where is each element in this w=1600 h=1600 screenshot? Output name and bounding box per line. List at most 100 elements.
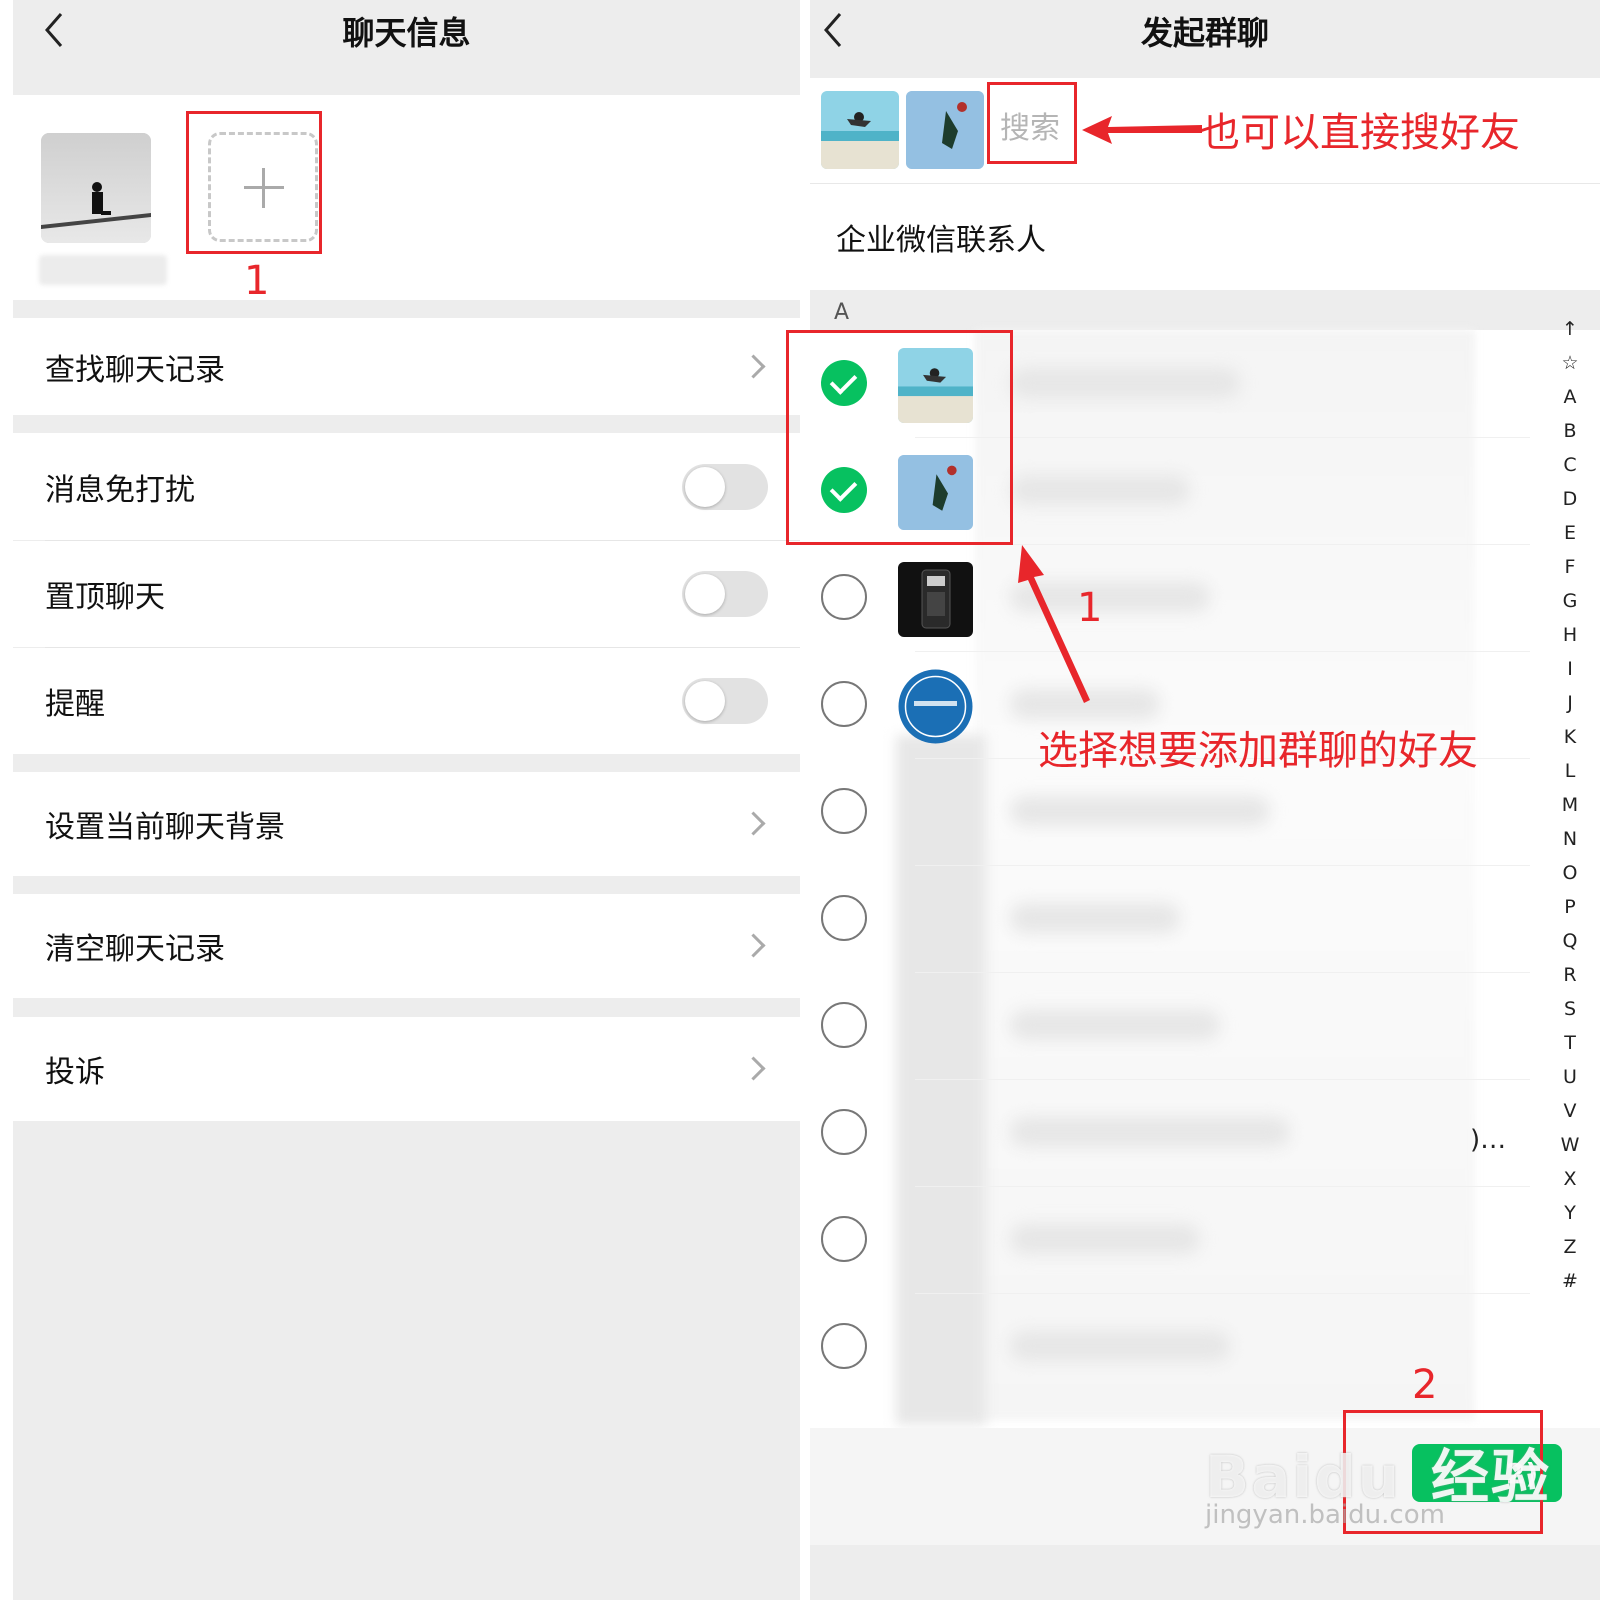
contact-name xyxy=(1010,1224,1200,1254)
remind-cell: 提醒 xyxy=(13,648,800,754)
index-letter[interactable]: ☆ xyxy=(1550,346,1590,380)
start-group-chat-screen: 发起群聊 搜索 企业微信联系人 A)… ↑ ☆ A B C D E F G H… xyxy=(810,0,1600,1600)
remind-label: 提醒 xyxy=(45,687,105,722)
index-letter[interactable]: D xyxy=(1550,482,1590,516)
clear-history-label: 清空聊天记录 xyxy=(45,932,225,967)
annotation-box-add xyxy=(186,111,322,254)
index-letter[interactable]: J xyxy=(1550,686,1590,720)
index-letter[interactable]: C xyxy=(1550,448,1590,482)
selected-avatar[interactable] xyxy=(821,91,899,169)
mute-cell: 消息免打扰 xyxy=(13,433,800,540)
alpha-header-label: A xyxy=(834,300,850,325)
index-letter[interactable]: A xyxy=(1550,380,1590,414)
contact-name xyxy=(1010,475,1190,505)
checkbox-unchecked[interactable] xyxy=(821,895,867,941)
search-history-cell[interactable]: 查找聊天记录 xyxy=(13,318,800,415)
enterprise-contacts-cell[interactable]: 企业微信联系人 xyxy=(810,184,1600,290)
chevron-right-icon xyxy=(741,1056,766,1081)
contact-name xyxy=(1010,903,1180,933)
pin-label: 置顶聊天 xyxy=(45,580,165,615)
index-letter[interactable]: X xyxy=(1550,1162,1590,1196)
mute-label: 消息免打扰 xyxy=(45,472,195,508)
alpha-section-header: A xyxy=(810,290,1600,330)
report-cell[interactable]: 投诉 xyxy=(13,1017,800,1121)
index-letter[interactable]: K xyxy=(1550,720,1590,754)
index-letter[interactable]: M xyxy=(1550,788,1590,822)
chevron-right-icon xyxy=(741,811,766,836)
truncated-text: )… xyxy=(1470,1125,1507,1155)
index-letter[interactable]: G xyxy=(1550,584,1590,618)
search-history-label: 查找聊天记录 xyxy=(45,352,225,388)
annotation-box-search xyxy=(987,82,1077,164)
remind-toggle[interactable] xyxy=(682,678,768,724)
checkbox-unchecked[interactable] xyxy=(821,574,867,620)
contact-name xyxy=(1010,1010,1220,1040)
pin-toggle[interactable] xyxy=(682,571,768,617)
checkbox-unchecked[interactable] xyxy=(821,788,867,834)
contact-name xyxy=(1010,796,1270,826)
arrow-left-icon xyxy=(1082,116,1202,144)
contact-name xyxy=(1010,368,1240,398)
index-letter[interactable]: ↑ xyxy=(1550,312,1590,346)
checkbox-unchecked[interactable] xyxy=(821,1323,867,1369)
clear-history-cell[interactable]: 清空聊天记录 xyxy=(13,894,800,998)
annotation-search-tip: 也可以直接搜好友 xyxy=(1200,110,1520,156)
index-letter[interactable]: B xyxy=(1550,414,1590,448)
contact-name xyxy=(1010,1331,1230,1361)
member-area xyxy=(13,95,800,300)
list-item[interactable] xyxy=(810,544,1530,651)
index-letter[interactable]: V xyxy=(1550,1094,1590,1128)
list-item[interactable] xyxy=(810,1186,1530,1293)
index-letter[interactable]: Q xyxy=(1550,924,1590,958)
index-letter[interactable]: I xyxy=(1550,652,1590,686)
index-letter[interactable]: Y xyxy=(1550,1196,1590,1230)
index-letter[interactable]: O xyxy=(1550,856,1590,890)
index-letter[interactable]: L xyxy=(1550,754,1590,788)
navbar: 发起群聊 xyxy=(810,0,1600,78)
avatar xyxy=(898,669,973,744)
annotation-number: 1 xyxy=(244,258,270,304)
list-item[interactable] xyxy=(810,1079,1530,1186)
index-letter[interactable]: Z xyxy=(1550,1230,1590,1264)
annotation-number: 2 xyxy=(1412,1362,1438,1408)
chevron-right-icon xyxy=(741,353,766,379)
index-letter[interactable]: R xyxy=(1550,958,1590,992)
index-letter[interactable]: E xyxy=(1550,516,1590,550)
index-letter[interactable]: U xyxy=(1550,1060,1590,1094)
checkbox-unchecked[interactable] xyxy=(821,1002,867,1048)
background-label: 设置当前聊天背景 xyxy=(45,810,285,845)
watermark-url: jingyan.baidu.com xyxy=(1205,1500,1445,1530)
annotation-box-selected xyxy=(786,330,1013,545)
navbar: 聊天信息 xyxy=(13,0,800,95)
member-name xyxy=(39,255,167,285)
index-letter[interactable]: H xyxy=(1550,618,1590,652)
avatar[interactable] xyxy=(41,133,151,243)
annotation-select-tip: 选择想要添加群聊的好友 xyxy=(1038,728,1478,774)
index-letter[interactable]: P xyxy=(1550,890,1590,924)
page-title: 发起群聊 xyxy=(1140,14,1269,52)
index-letter[interactable]: N xyxy=(1550,822,1590,856)
alphabet-index[interactable]: ↑ ☆ A B C D E F G H I J K L M N O P Q R S T U V W X Y Z # xyxy=(1550,312,1590,1298)
mute-toggle[interactable] xyxy=(682,463,768,510)
enterprise-contacts-label: 企业微信联系人 xyxy=(836,223,1046,258)
index-letter[interactable]: S xyxy=(1550,992,1590,1026)
annotation-number: 1 xyxy=(1077,585,1103,631)
index-letter[interactable]: F xyxy=(1550,550,1590,584)
avatar xyxy=(898,562,973,637)
checkbox-unchecked[interactable] xyxy=(821,1109,867,1155)
index-letter[interactable]: # xyxy=(1550,1264,1590,1298)
chat-info-screen: 聊天信息 查找聊天记录 消息免打扰 置顶聊天 提醒 设置当前聊天背景 清空聊天记… xyxy=(13,0,800,1600)
selected-avatar[interactable] xyxy=(906,91,984,169)
list-item[interactable] xyxy=(810,972,1530,1079)
index-letter[interactable]: T xyxy=(1550,1026,1590,1060)
contact-name xyxy=(1010,1117,1290,1147)
checkbox-unchecked[interactable] xyxy=(821,1216,867,1262)
page-title: 聊天信息 xyxy=(342,14,471,52)
pin-cell: 置顶聊天 xyxy=(13,541,800,647)
checkbox-unchecked[interactable] xyxy=(821,681,867,727)
index-letter[interactable]: W xyxy=(1550,1128,1590,1162)
chevron-right-icon xyxy=(741,933,766,958)
report-label: 投诉 xyxy=(45,1055,105,1090)
background-cell[interactable]: 设置当前聊天背景 xyxy=(13,772,800,876)
list-item[interactable] xyxy=(810,865,1530,972)
